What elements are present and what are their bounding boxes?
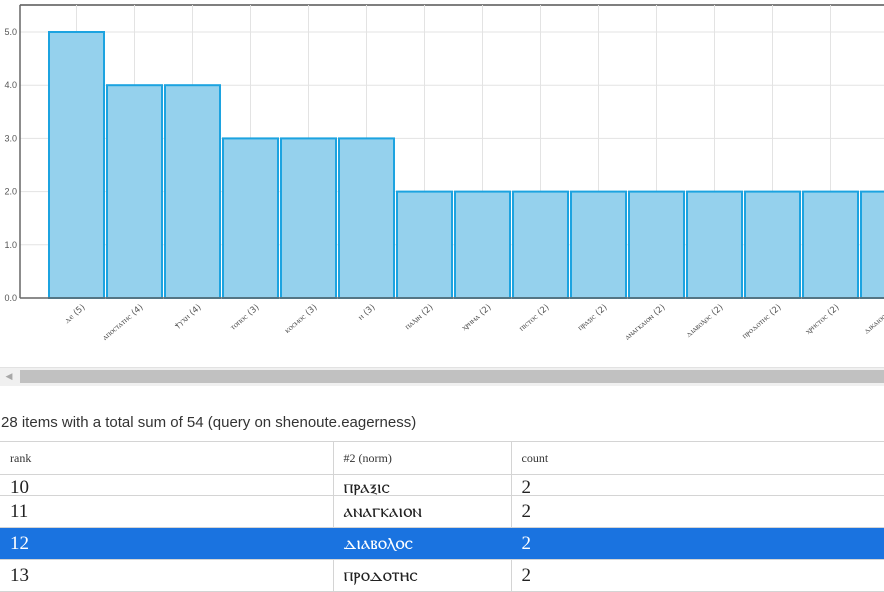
table-row-selected[interactable]: 12 ⲇⲓⲁⲃⲟⲗⲟⲥ 2 — [0, 527, 884, 560]
y-tick-label: 5.0 — [4, 27, 17, 37]
x-tick-label: ⲁⲡⲟⲥⲧⲁⲧⲏⲥ (4) — [100, 303, 145, 343]
result-summary: 28 items with a total sum of 54 (query o… — [1, 414, 417, 431]
bar — [106, 84, 163, 299]
cell-rank: 12 — [0, 527, 334, 560]
chart-horizontal-scrollbar[interactable]: ◀ — [0, 367, 884, 386]
table-row[interactable]: 10 ⲡⲣⲁⲝⲓⲥ 2 — [0, 474, 884, 496]
x-tick-label: ⲧⲟⲡⲟⲥ (3) — [228, 303, 261, 333]
cell-norm: ⲁⲛⲁⲅⲕⲁⲓⲟⲛ — [333, 495, 512, 528]
x-tick-label: ⲇⲉ (5) — [62, 303, 87, 326]
bar — [570, 190, 627, 300]
bar — [628, 190, 685, 300]
cell-rank: 13 — [0, 559, 334, 592]
bar — [802, 190, 859, 300]
chart-svg: 0.0 1.0 2.0 3.0 4.0 5.0 ⲇⲉ (5) ⲁⲡⲟⲥⲧⲁⲧⲏⲥ (4) ⲯⲩⲭ… — [4, 4, 884, 343]
cell-norm: ⲡⲣⲟⲇⲟⲧⲏⲥ — [333, 559, 512, 592]
x-tick-label: ⲇⲓⲁⲃⲟⲗⲟⲥ (2) — [684, 303, 726, 340]
bar-chart: 0.0 1.0 2.0 3.0 4.0 5.0 ⲇⲉ (5) ⲁⲡⲟⲥⲧⲁⲧⲏⲥ (4) ⲯⲩⲭ… — [0, 0, 884, 366]
x-tick-label: ⲏ (3) — [356, 303, 377, 323]
bar — [744, 190, 801, 300]
y-tick-label: 2.0 — [4, 187, 17, 197]
x-tick-label: ⲡⲁⲗⲓⲛ (2) — [403, 303, 435, 332]
x-tick-label: ⲡⲣⲁⲝⲓⲥ (2) — [576, 303, 610, 333]
x-tick-label: ⲁⲛⲁⲅⲕⲁⲓⲟⲛ (2) — [623, 303, 668, 343]
bar — [222, 137, 279, 299]
cell-rank: 10 — [0, 474, 334, 496]
scroll-thumb[interactable] — [20, 370, 884, 383]
column-header-count[interactable]: count — [511, 441, 884, 475]
table-header-row: rank #2 (norm) count — [0, 441, 884, 475]
cell-norm: ⲡⲣⲁⲝⲓⲥ — [333, 474, 512, 496]
cell-count: 2 — [511, 559, 884, 592]
bar — [280, 137, 337, 299]
y-tick-label: 0.0 — [4, 293, 17, 303]
bar — [48, 31, 105, 299]
table-row[interactable]: 11 ⲁⲛⲁⲅⲕⲁⲓⲟⲛ 2 — [0, 495, 884, 528]
y-tick-label: 3.0 — [4, 133, 17, 143]
table-row[interactable]: 13 ⲡⲣⲟⲇⲟⲧⲏⲥ 2 — [0, 559, 884, 592]
bar — [396, 190, 453, 300]
bar — [338, 137, 395, 299]
x-tick-label: ⲯⲩⲭⲏ (4) — [172, 303, 203, 331]
x-tick-label: ⲕⲟⲥⲙⲟⲥ (3) — [283, 303, 320, 336]
x-tick-label: ⲇⲓⲕⲁⲓⲟⲥ (2) — [862, 303, 884, 337]
bar — [164, 84, 221, 299]
column-header-rank[interactable]: rank — [0, 441, 334, 475]
column-header-norm[interactable]: #2 (norm) — [333, 441, 512, 475]
frequency-table: rank #2 (norm) count 10 ⲡⲣⲁⲝⲓⲥ 2 11 ⲁⲛⲁⲅ… — [0, 441, 884, 592]
bar — [686, 190, 743, 300]
y-tick-label: 4.0 — [4, 80, 17, 90]
bar — [454, 190, 511, 300]
cell-rank: 11 — [0, 495, 334, 528]
cell-count: 2 — [511, 474, 884, 496]
x-tick-label: ⲭⲣⲏⲥⲧⲟⲥ (2) — [803, 303, 841, 337]
cell-count: 2 — [511, 527, 884, 560]
y-tick-label: 1.0 — [4, 240, 17, 250]
x-tick-label: ⲡⲓⲥⲧⲟⲥ (2) — [517, 303, 551, 334]
x-tick-label: ⲡⲣⲟⲇⲟⲧⲏⲥ (2) — [740, 303, 783, 341]
bar — [860, 190, 884, 300]
cell-count: 2 — [511, 495, 884, 528]
bar — [512, 190, 569, 300]
scroll-left-arrow-icon[interactable]: ◀ — [4, 371, 14, 383]
cell-norm: ⲇⲓⲁⲃⲟⲗⲟⲥ — [333, 527, 512, 560]
x-tick-label: ⲭⲣⲏⲙⲁ (2) — [460, 303, 494, 333]
